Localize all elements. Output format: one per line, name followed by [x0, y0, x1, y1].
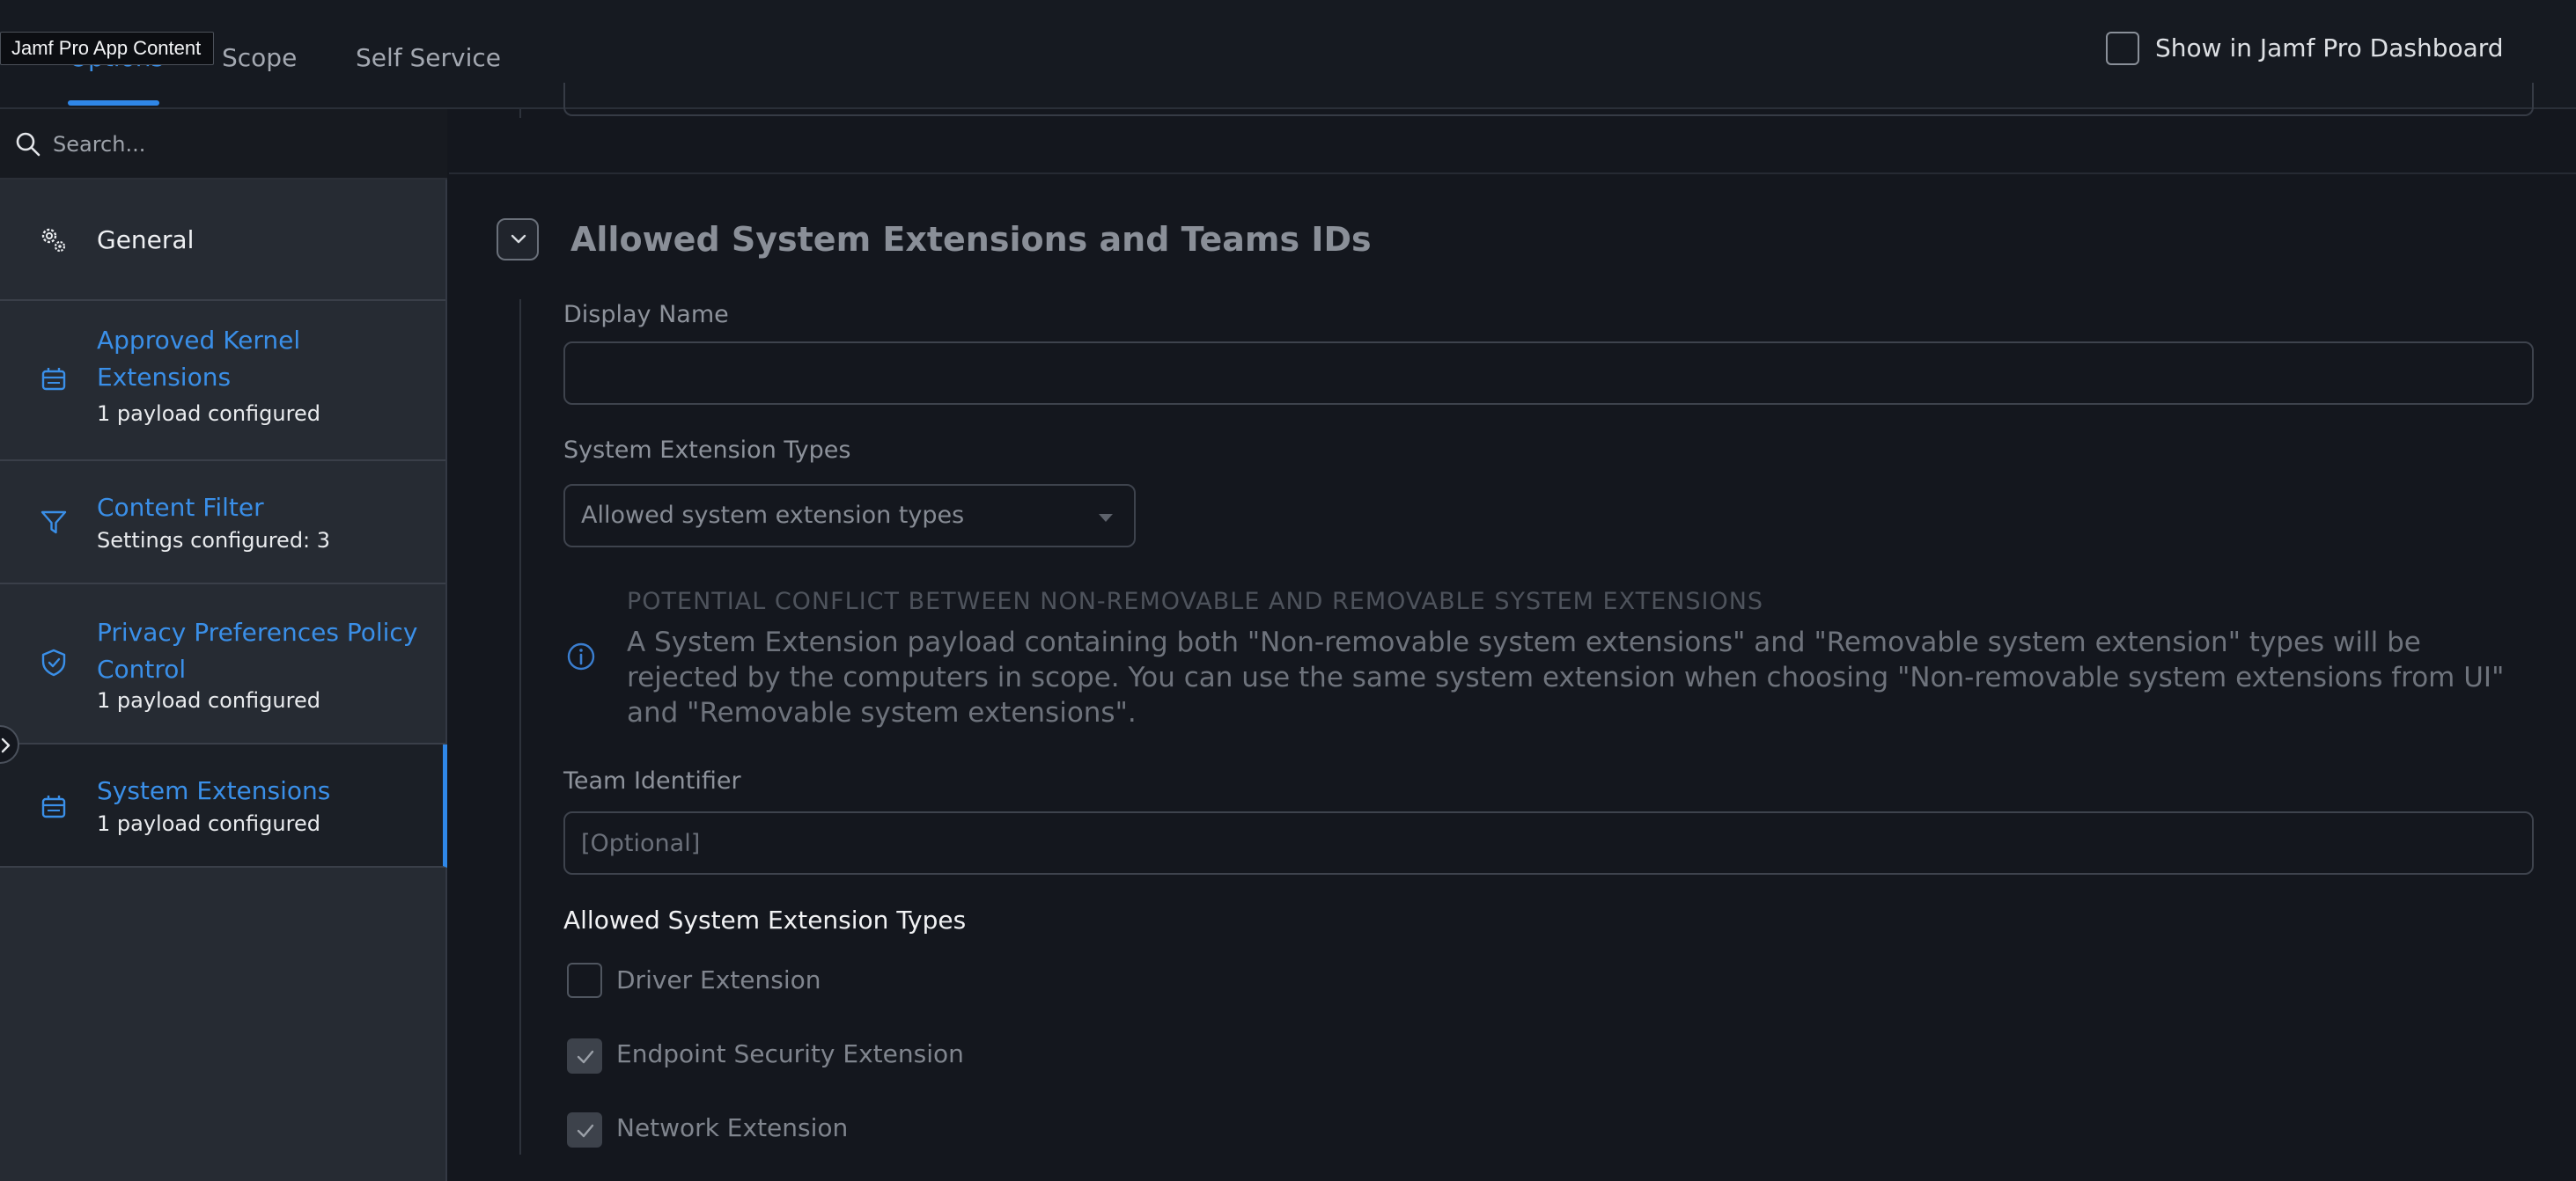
chevron-right-icon: [1, 737, 11, 753]
endpoint-security-extension-label[interactable]: Endpoint Security Extension: [616, 1038, 964, 1070]
warning-body: A System Extension payload containing bo…: [627, 627, 2505, 729]
system-extension-types-label: System Extension Types: [563, 436, 851, 464]
section-title: Allowed System Extensions and Teams IDs: [570, 220, 1372, 259]
section-guide-line: [519, 109, 521, 118]
sidebar-item-subtitle: Settings configured: 3: [97, 528, 331, 553]
sidebar-item-general[interactable]: General: [0, 181, 445, 301]
checkmark-icon: [577, 1050, 594, 1064]
gear-icon: [41, 228, 66, 253]
shield-icon: [41, 649, 66, 677]
dropdown-caret-icon: [1099, 514, 1113, 522]
driver-extension-checkbox[interactable]: [567, 963, 602, 998]
sidebar-item-subtitle: 1 payload configured: [97, 401, 320, 426]
driver-extension-label[interactable]: Driver Extension: [616, 965, 821, 996]
sidebar-item-label: Privacy Preferences Policy Control: [97, 618, 418, 684]
sidebar-item-approved-kernel-extensions[interactable]: Approved Kernel Extensions 1 payload con…: [0, 301, 445, 461]
search-icon: [16, 132, 40, 157]
info-icon: [567, 642, 595, 671]
tab-self-service[interactable]: Self Service: [356, 42, 501, 74]
select-value: Allowed system extension types: [581, 502, 965, 529]
search-input[interactable]: [53, 125, 423, 164]
collapse-section-button[interactable]: [497, 218, 539, 260]
sidebar-search: [0, 109, 447, 180]
sidebar-item-subtitle: 1 payload configured: [97, 811, 320, 836]
tab-scope[interactable]: Scope: [222, 42, 297, 74]
show-in-dashboard-checkbox[interactable]: [2106, 32, 2139, 65]
sidebar: General Approved Kernel Extensions 1 pay…: [0, 109, 447, 1181]
filter-icon: [40, 510, 67, 534]
extension-icon: [41, 796, 66, 818]
allowed-types-heading: Allowed System Extension Types: [563, 906, 967, 935]
main-content: Allowed System Extensions and Teams IDs …: [449, 83, 2576, 1181]
sidebar-item-subtitle: 1 payload configured: [97, 688, 320, 713]
network-extension-checkbox[interactable]: [567, 1112, 602, 1148]
sidebar-item-label: General: [97, 225, 195, 254]
network-extension-label[interactable]: Network Extension: [616, 1112, 848, 1144]
previous-field-edge: [563, 83, 2534, 116]
sidebar-item-label: Approved Kernel Extensions: [97, 326, 301, 392]
sidebar-item-content-filter[interactable]: Content Filter Settings configured: 3: [0, 461, 445, 584]
sidebar-item-privacy-preferences[interactable]: Privacy Preferences Policy Control 1 pay…: [0, 584, 445, 745]
warning-title: POTENTIAL CONFLICT BETWEEN NON-REMOVABLE…: [627, 588, 1764, 615]
tooltip: Jamf Pro App Content: [0, 32, 215, 65]
sidebar-item-label: System Extensions: [97, 776, 331, 805]
sidebar-item-system-extensions[interactable]: System Extensions 1 payload configured: [0, 745, 447, 868]
extension-icon: [41, 368, 66, 391]
display-name-input[interactable]: [563, 341, 2534, 405]
team-identifier-input[interactable]: [563, 811, 2534, 875]
endpoint-security-extension-checkbox[interactable]: [567, 1038, 602, 1074]
chevron-down-icon: [511, 234, 526, 244]
section-divider: [449, 172, 2576, 174]
checkmark-icon: [577, 1124, 594, 1138]
display-name-label: Display Name: [563, 301, 729, 328]
show-in-dashboard-label[interactable]: Show in Jamf Pro Dashboard: [2155, 33, 2504, 64]
section-guide-line: [519, 299, 521, 1155]
system-extension-types-select[interactable]: Allowed system extension types: [563, 484, 1136, 547]
active-tab-indicator: [68, 100, 159, 106]
team-identifier-label: Team Identifier: [563, 767, 741, 795]
sidebar-item-label: Content Filter: [97, 493, 264, 522]
